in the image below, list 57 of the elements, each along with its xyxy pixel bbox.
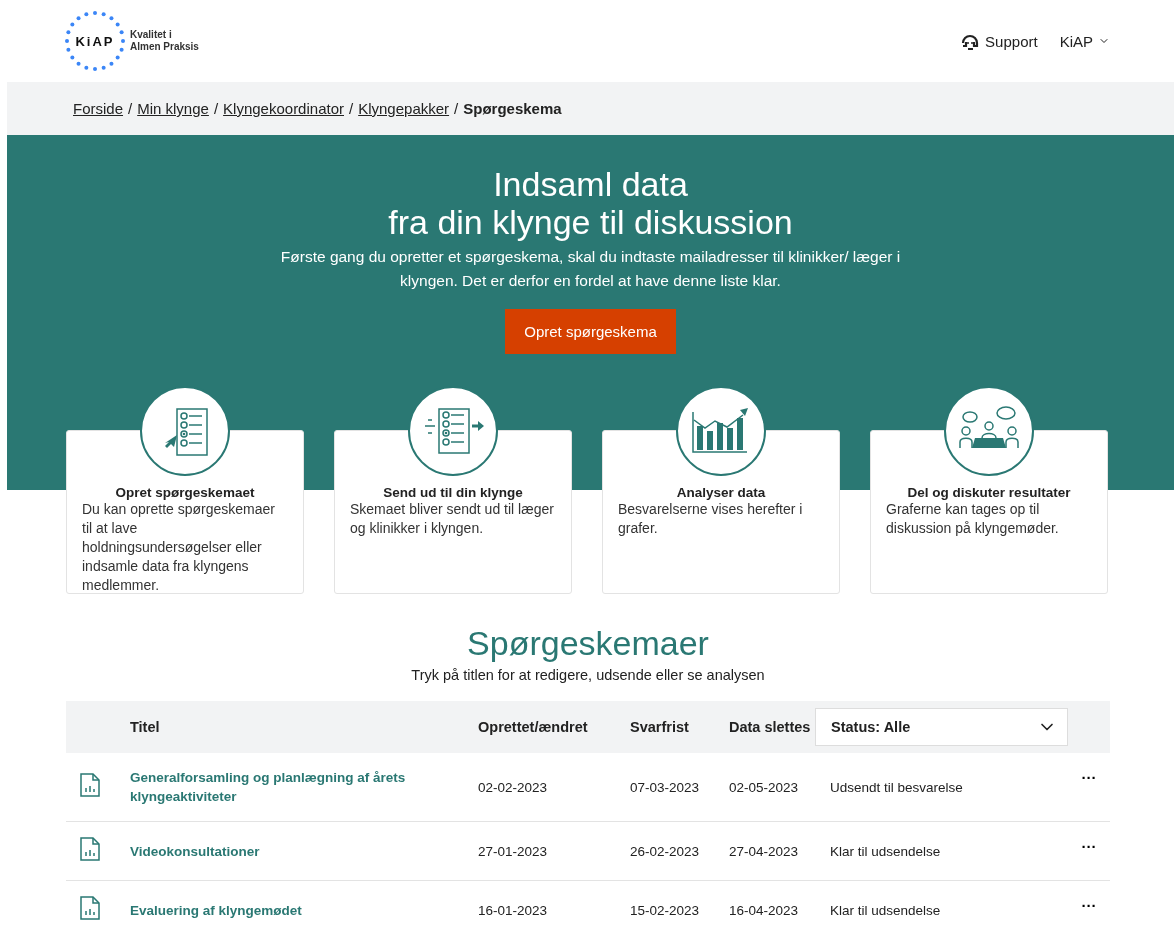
chart-document-icon (80, 837, 100, 861)
logo-tagline: Almen Praksis (130, 41, 199, 53)
table-cell-text: 07-03-2023 (630, 779, 701, 795)
step-text: Du kan oprette spørgeskemaer til at lave holdningsundersøgelser eller indsamle data fra klyngens medlemmer. (82, 500, 276, 595)
table-cell-text: Klar til udsendelse (830, 902, 942, 918)
table-cell-text: 16-04-2023 (729, 902, 800, 918)
survey-title-link[interactable]: Generalforsamling og planlægning af årets klyngeaktiviteter (130, 768, 478, 806)
table-cell-text: 02-02-2023 (478, 779, 549, 795)
more-button[interactable]: ··· (1068, 838, 1110, 855)
breadcrumb-link[interactable]: Klyngepakker (358, 100, 450, 117)
survey-title-link[interactable]: Evaluering af klyngemødet (130, 900, 478, 920)
breadcrumb-current: Spørgeskema (463, 100, 562, 117)
status-select[interactable]: Status: Alle (815, 708, 1068, 746)
headset-icon (960, 32, 981, 50)
step-text: Skemaet bliver sendt ud til læger og klinikker i klyngen. (350, 500, 555, 538)
hero-title: Indsaml data (492, 165, 689, 203)
more-button[interactable]: ··· (1068, 897, 1110, 914)
hero-text: Første gang du opretter et spørgeskema, skal du indtaste mailadresser til klinikker/ læger i klyngen. Det er derfor en fordel at have denne liste klar. (279, 247, 902, 291)
step-text: Besvarelserne vises herefter i grafer. (618, 500, 804, 538)
breadcrumb-separator: / (213, 100, 219, 117)
column-header: Titel (130, 719, 161, 735)
breadcrumb-separator: / (128, 100, 133, 117)
step-text: Graferne kan tages op til diskussion på klyngemøder. (886, 500, 1060, 538)
step-title: Opret spørgeskemaet (114, 485, 256, 500)
hero-title: fra din klynge til diskussion (388, 203, 793, 241)
table-cell-text: 15-02-2023 (630, 902, 701, 918)
logo-wordmark[interactable]: KiAP (75, 33, 115, 49)
table-cell-text: 26-02-2023 (630, 843, 701, 859)
user-menu[interactable]: KiAP (1059, 32, 1110, 50)
logo-tagline: Kvalitet i (130, 29, 173, 41)
survey-title-link[interactable]: Videokonsultationer (130, 841, 478, 861)
more-button[interactable]: ··· (1068, 769, 1110, 786)
column-header: Svarfrist (630, 719, 690, 735)
breadcrumb-link[interactable]: Klyngekoordinator (223, 100, 344, 117)
table-cell-text: Udsendt til besvarelse (830, 779, 964, 795)
section-title: Spørgeskemaer (467, 624, 709, 663)
table-cell-text: 27-01-2023 (478, 843, 549, 859)
chart-document-icon (80, 773, 100, 797)
table-cell-text: 02-05-2023 (729, 779, 800, 795)
breadcrumb-link[interactable]: Forside (73, 100, 124, 117)
table-cell-text: 27-04-2023 (729, 843, 800, 859)
table-cell-text: 16-01-2023 (478, 902, 549, 918)
table-cell-text: Klar til udsendelse (830, 843, 942, 859)
create-survey-button[interactable]: Opret spørgeskema (505, 309, 676, 354)
breadcrumb-link[interactable]: Min klynge (137, 100, 209, 117)
step-title: Del og diskuter resultater (906, 485, 1072, 500)
column-header: Oprettet/ændret (478, 719, 589, 735)
step-title: Analyser data (675, 485, 767, 500)
support-link[interactable]: Support (960, 32, 1038, 50)
step-title: Send ud til din klynge (382, 485, 524, 500)
section-subtitle: Tryk på titlen for at redigere, udsende eller se analysen (411, 667, 765, 683)
column-header: Data slettes (729, 719, 812, 735)
chart-document-icon (80, 896, 100, 920)
breadcrumb-separator: / (454, 100, 459, 117)
growth-chart-icon (691, 406, 751, 456)
breadcrumb-separator: / (349, 100, 354, 117)
logo-ring-icon (64, 10, 126, 72)
